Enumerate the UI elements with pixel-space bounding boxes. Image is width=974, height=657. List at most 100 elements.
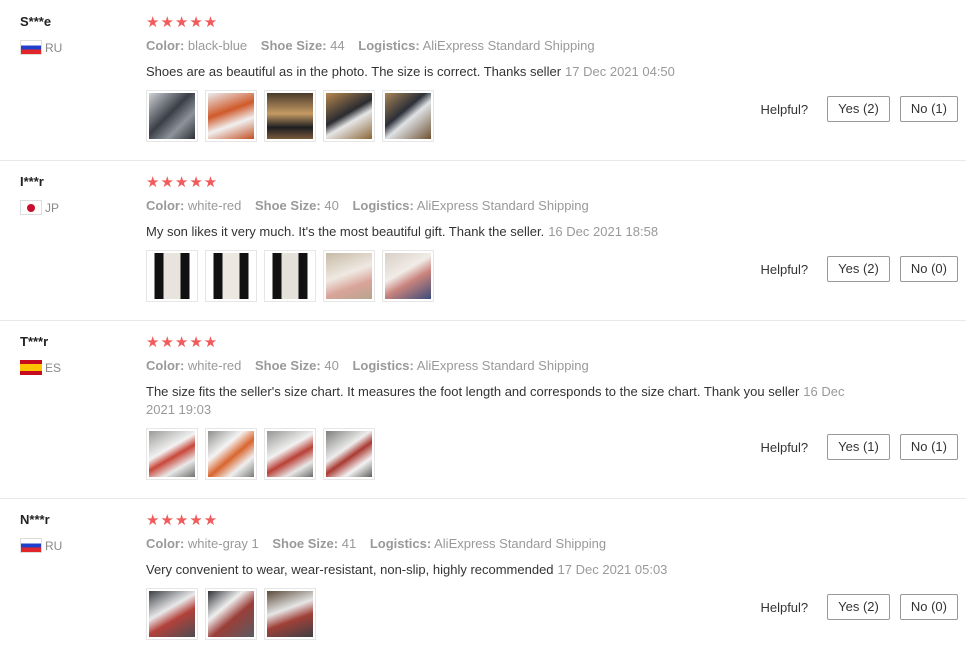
review-photo[interactable] [205, 250, 257, 302]
attr-color: Color: black-blue [146, 38, 248, 53]
review-photos [146, 588, 861, 640]
helpful-vote: Helpful? Yes (2) No (0) [760, 594, 958, 620]
review-photo[interactable] [323, 428, 375, 480]
helpful-vote: Helpful? Yes (2) No (1) [760, 96, 958, 122]
review-item: S***e RU ★★★★★ Color: black-blue Shoe Si… [0, 0, 966, 161]
attr-shoe-size: Shoe Size: 41 [272, 536, 357, 551]
review-content: ★★★★★ Color: black-blue Shoe Size: 44 Lo… [146, 14, 861, 142]
attr-logistics: Logistics: AliExpress Standard Shipping [358, 38, 595, 53]
review-photos [146, 250, 861, 302]
review-author: I***r JP [20, 174, 130, 215]
review-photos [146, 428, 861, 480]
helpful-yes-button[interactable]: Yes (2) [827, 256, 890, 282]
review-text: Very convenient to wear, wear-resistant,… [146, 562, 668, 577]
review-text: My son likes it very much. It's the most… [146, 224, 659, 239]
review-photo[interactable] [382, 90, 434, 142]
helpful-no-button[interactable]: No (0) [899, 256, 958, 282]
review-photo[interactable] [264, 90, 316, 142]
review-photo[interactable] [323, 250, 375, 302]
review-photo[interactable] [205, 90, 257, 142]
attr-logistics: Logistics: AliExpress Standard Shipping [352, 198, 589, 213]
review-photo-image [149, 431, 195, 477]
attr-shoe-size: Shoe Size: 40 [255, 198, 339, 213]
helpful-yes-button[interactable]: Yes (2) [827, 594, 890, 620]
country-code: ES [45, 360, 62, 375]
review-photo-image [267, 253, 313, 299]
attr-color: Color: white-red [146, 198, 242, 213]
helpful-yes-button[interactable]: Yes (2) [827, 96, 890, 122]
helpful-no-button[interactable]: No (1) [899, 434, 958, 460]
attr-shoe-size: Shoe Size: 40 [255, 358, 339, 373]
review-photos [146, 90, 861, 142]
star-rating: ★★★★★ [146, 334, 219, 351]
country-flag-icon [20, 538, 42, 553]
attr-color: Color: white-gray 1 [146, 536, 259, 551]
review-photo[interactable] [146, 588, 198, 640]
review-content: ★★★★★ Color: white-red Shoe Size: 40 Log… [146, 174, 861, 302]
review-photo-image [385, 253, 431, 299]
author-name: S***e [20, 14, 52, 29]
order-attributes: Color: white-red Shoe Size: 40 Logistics… [146, 358, 861, 374]
order-attributes: Color: black-blue Shoe Size: 44 Logistic… [146, 38, 861, 54]
attr-logistics: Logistics: AliExpress Standard Shipping [352, 358, 589, 373]
review-author: N***r RU [20, 512, 130, 553]
helpful-label: Helpful? [760, 439, 809, 455]
author-country: RU [20, 538, 130, 553]
review-photo[interactable] [146, 428, 198, 480]
review-text: Shoes are as beautiful as in the photo. … [146, 64, 675, 79]
review-photo[interactable] [323, 90, 375, 142]
review-photo-image [208, 93, 254, 139]
helpful-vote: Helpful? Yes (2) No (0) [760, 256, 958, 282]
review-photo[interactable] [264, 588, 316, 640]
country-flag-icon [20, 200, 42, 215]
review-photo[interactable] [264, 250, 316, 302]
order-attributes: Color: white-red Shoe Size: 40 Logistics… [146, 198, 861, 214]
review-photo[interactable] [146, 250, 198, 302]
star-rating: ★★★★★ [146, 14, 219, 31]
review-date: 17 Dec 2021 04:50 [565, 64, 675, 79]
review-author: T***r ES [20, 334, 130, 375]
review-photo-image [326, 431, 372, 477]
helpful-yes-button[interactable]: Yes (1) [827, 434, 890, 460]
star-rating: ★★★★★ [146, 174, 219, 191]
order-attributes: Color: white-gray 1 Shoe Size: 41 Logist… [146, 536, 861, 552]
review-photo[interactable] [264, 428, 316, 480]
review-photo-image [208, 591, 254, 637]
author-country: ES [20, 360, 130, 375]
review-author: S***e RU [20, 14, 130, 55]
review-item: N***r RU ★★★★★ Color: white-gray 1 Shoe … [0, 498, 966, 657]
review-item: T***r ES ★★★★★ Color: white-red Shoe Siz… [0, 320, 966, 499]
review-photo[interactable] [146, 90, 198, 142]
review-date: 17 Dec 2021 05:03 [557, 562, 668, 577]
country-code: RU [45, 538, 63, 553]
helpful-label: Helpful? [760, 101, 809, 117]
author-name: N***r [20, 512, 50, 527]
helpful-no-button[interactable]: No (0) [899, 594, 958, 620]
review-photo[interactable] [205, 428, 257, 480]
helpful-label: Helpful? [760, 599, 809, 615]
review-content: ★★★★★ Color: white-red Shoe Size: 40 Log… [146, 334, 861, 480]
review-photo[interactable] [382, 250, 434, 302]
helpful-no-button[interactable]: No (1) [899, 96, 958, 122]
review-item: I***r JP ★★★★★ Color: white-red Shoe Siz… [0, 160, 966, 321]
author-name: I***r [20, 174, 44, 189]
review-photo-image [326, 253, 372, 299]
review-photo-image [149, 253, 195, 299]
helpful-label: Helpful? [760, 261, 809, 277]
review-photo-image [149, 93, 195, 139]
review-text: The size fits the seller's size chart. I… [146, 384, 845, 417]
country-flag-icon [20, 40, 42, 55]
country-code: RU [45, 40, 63, 55]
review-photo-image [326, 93, 372, 139]
review-photo-image [267, 93, 313, 139]
review-photo-image [208, 431, 254, 477]
review-photo-image [267, 591, 313, 637]
attr-color: Color: white-red [146, 358, 242, 373]
review-photo[interactable] [205, 588, 257, 640]
author-country: RU [20, 40, 130, 55]
attr-logistics: Logistics: AliExpress Standard Shipping [369, 536, 607, 551]
review-photo-image [385, 93, 431, 139]
country-code: JP [45, 200, 60, 215]
review-photo-image [267, 431, 313, 477]
author-country: JP [20, 200, 130, 215]
